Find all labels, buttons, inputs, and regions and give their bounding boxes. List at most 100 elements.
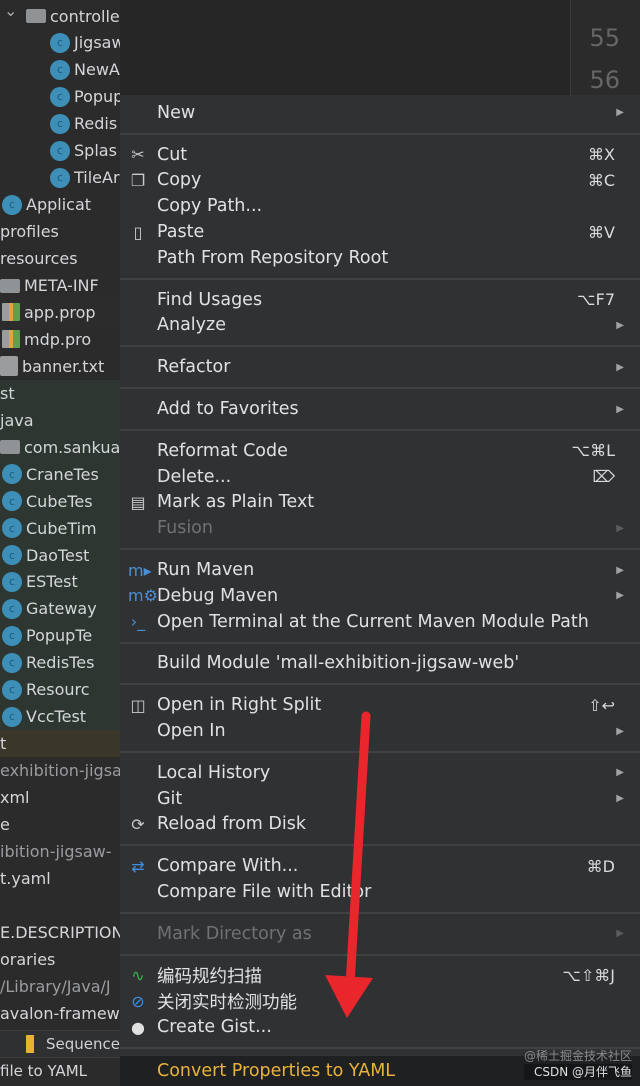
menu-item-refactor[interactable]: Refactor ▶ xyxy=(120,354,640,380)
test-class-icon: c xyxy=(2,652,22,673)
menu-item-label: Open Terminal at the Current Maven Modul… xyxy=(157,611,589,632)
tree-item-label: Splas xyxy=(74,141,117,161)
menu-item-label: Fusion xyxy=(157,518,213,539)
menu-separator xyxy=(120,744,640,760)
menu-item-analyze[interactable]: Analyze ▶ xyxy=(120,313,640,339)
submenu-arrow-icon: ▶ xyxy=(616,319,624,331)
tree-item-label: RedisTes xyxy=(26,653,95,673)
menu-item-find-usages[interactable]: Find Usages ⌥F7 xyxy=(120,287,640,313)
test-class-icon: c xyxy=(2,625,22,646)
menu-item[interactable]: ∿ 编码规约扫描 ⌥⇧⌘J xyxy=(120,963,640,989)
menu-item-create-gist[interactable]: ● Create Gist... xyxy=(120,1014,640,1040)
menu-item-mark-as-plain-text[interactable]: ▤ Mark as Plain Text xyxy=(120,490,640,516)
menu-item-debug-maven[interactable]: m⚙ Debug Maven ▶ xyxy=(120,583,640,609)
menu-item-reload-from-disk[interactable]: ⟳ Reload from Disk xyxy=(120,812,640,838)
menu-item-cut[interactable]: ✂ Cut ⌘X xyxy=(120,142,640,168)
maven-debug-icon: m⚙ xyxy=(128,586,158,606)
menu-item-open-in-right-split[interactable]: ◫ Open in Right Split ⇧↩ xyxy=(120,692,640,718)
submenu-arrow-icon: ▶ xyxy=(616,564,624,576)
tree-item-label: exhibition-jigsa xyxy=(0,761,122,781)
tree-item-label: CubeTim xyxy=(26,518,97,538)
menu-item-label: Compare File with Editor xyxy=(157,882,372,903)
menu-item-git[interactable]: Git ▶ xyxy=(120,786,640,812)
shortcut-label: ⌥⇧⌘J xyxy=(562,966,615,986)
tree-item-label: VccTest xyxy=(26,707,87,727)
tree-item-label: Gateway xyxy=(26,599,97,619)
context-menu: New ▶ ✂ Cut ⌘X ❐ Copy ⌘C Copy Path... ▯ Paste ⌘V Pat… xyxy=(120,95,640,1086)
tree-item-label: st xyxy=(0,383,15,403)
compare-icon: ⇄ xyxy=(131,856,145,876)
test-class-icon: c xyxy=(2,679,22,700)
menu-item-label: Copy xyxy=(157,170,202,191)
split-icon: ◫ xyxy=(130,695,146,715)
menu-item-label: Reformat Code xyxy=(157,440,288,461)
reload-icon: ⟳ xyxy=(131,814,145,834)
test-class-icon: c xyxy=(2,518,22,539)
shortcut-label: ⌘X xyxy=(588,145,615,165)
menu-item-delete[interactable]: Delete... ⌦ xyxy=(120,464,640,490)
editor-area[interactable] xyxy=(120,0,570,95)
menu-item-label: Analyze xyxy=(157,315,226,336)
submenu-arrow-icon: ▶ xyxy=(616,590,624,602)
menu-item-label: Copy Path... xyxy=(157,196,263,217)
menu-separator xyxy=(120,837,640,853)
sequence-tool-tab[interactable]: Sequence xyxy=(0,1030,120,1057)
menu-item-label: Git xyxy=(157,788,183,809)
tree-item-label: ESTest xyxy=(26,572,78,592)
class-icon: c xyxy=(50,140,70,161)
class-icon: c xyxy=(50,113,70,134)
menu-item-compare-file-with-editor[interactable]: Compare File with Editor xyxy=(120,879,640,905)
menu-item-add-to-favorites[interactable]: Add to Favorites ▶ xyxy=(120,396,640,422)
menu-item-label: Open in Right Split xyxy=(157,695,322,716)
tree-item-label: mdp.pro xyxy=(24,329,92,349)
menu-item-compare-with[interactable]: ⇄ Compare With... ⌘D xyxy=(120,853,640,879)
menu-item-path-from-repository-root[interactable]: Path From Repository Root xyxy=(120,245,640,271)
submenu-arrow-icon: ▶ xyxy=(616,522,624,534)
menu-item-open-terminal-at-the-current-maven-module-path[interactable]: ›_ Open Terminal at the Current Maven Mod… xyxy=(120,609,640,635)
menu-item-new[interactable]: New ▶ xyxy=(120,100,640,126)
menu-item-open-in[interactable]: Open In ▶ xyxy=(120,718,640,744)
menu-item-paste[interactable]: ▯ Paste ⌘V xyxy=(120,219,640,245)
menu-item-label: Reload from Disk xyxy=(157,814,306,835)
tree-item-label: /Library/Java/J xyxy=(0,976,111,996)
sequence-tab-label: Sequence xyxy=(46,1035,120,1053)
tree-item-label: t.yaml xyxy=(0,868,51,888)
github-icon: ● xyxy=(131,1017,145,1037)
menu-item-local-history[interactable]: Local History ▶ xyxy=(120,760,640,786)
tree-item-label: Resourc xyxy=(26,680,90,700)
chevron-down-icon[interactable]: ⌄ xyxy=(4,1,17,20)
test-class-icon: c xyxy=(2,706,22,727)
status-bar: file to YAML xyxy=(0,1057,120,1084)
tree-item-label: META-INF xyxy=(24,276,99,295)
tree-item-label: controller xyxy=(50,6,127,26)
spring-boot-class-icon: c xyxy=(2,194,22,215)
menu-item-label: Find Usages xyxy=(157,289,263,310)
menu-item-label: Path From Repository Root xyxy=(157,247,389,268)
menu-item-run-maven[interactable]: m▸ Run Maven ▶ xyxy=(120,557,640,583)
menu-separator xyxy=(120,947,640,963)
tree-item-label: ibition-jigsaw- xyxy=(0,841,112,861)
menu-item-label: Compare With... xyxy=(157,856,299,877)
menu-item-build-module-mall-exhibition-jigsaw-web[interactable]: Build Module 'mall-exhibition-jigsaw-web… xyxy=(120,651,640,677)
menu-item[interactable]: ⊘ 关闭实时检测功能 xyxy=(120,989,640,1015)
folder-icon xyxy=(26,9,46,23)
tree-item-label: TileAr xyxy=(74,168,120,188)
tree-item-label: resources xyxy=(0,249,78,269)
menu-item-label: Paste xyxy=(157,222,205,243)
class-icon: c xyxy=(50,86,70,107)
test-class-icon: c xyxy=(2,598,22,619)
menu-item-label: 编码规约扫描 xyxy=(157,967,262,988)
menu-separator xyxy=(120,422,640,438)
menu-item-copy[interactable]: ❐ Copy ⌘C xyxy=(120,168,640,194)
menu-item-label: Create Gist... xyxy=(157,1017,272,1038)
tree-item-label: CraneTes xyxy=(26,464,99,484)
menu-item-copy-path[interactable]: Copy Path... xyxy=(120,193,640,219)
submenu-arrow-icon: ▶ xyxy=(616,793,624,805)
submenu-arrow-icon: ▶ xyxy=(616,928,624,940)
tree-item-label: oraries xyxy=(0,949,56,969)
menu-item-reformat-code[interactable]: Reformat Code ⌥⌘L xyxy=(120,438,640,464)
menu-separator xyxy=(120,541,640,557)
menu-item-label: Cut xyxy=(157,144,188,165)
folder-icon xyxy=(0,440,20,455)
menu-separator xyxy=(120,676,640,692)
